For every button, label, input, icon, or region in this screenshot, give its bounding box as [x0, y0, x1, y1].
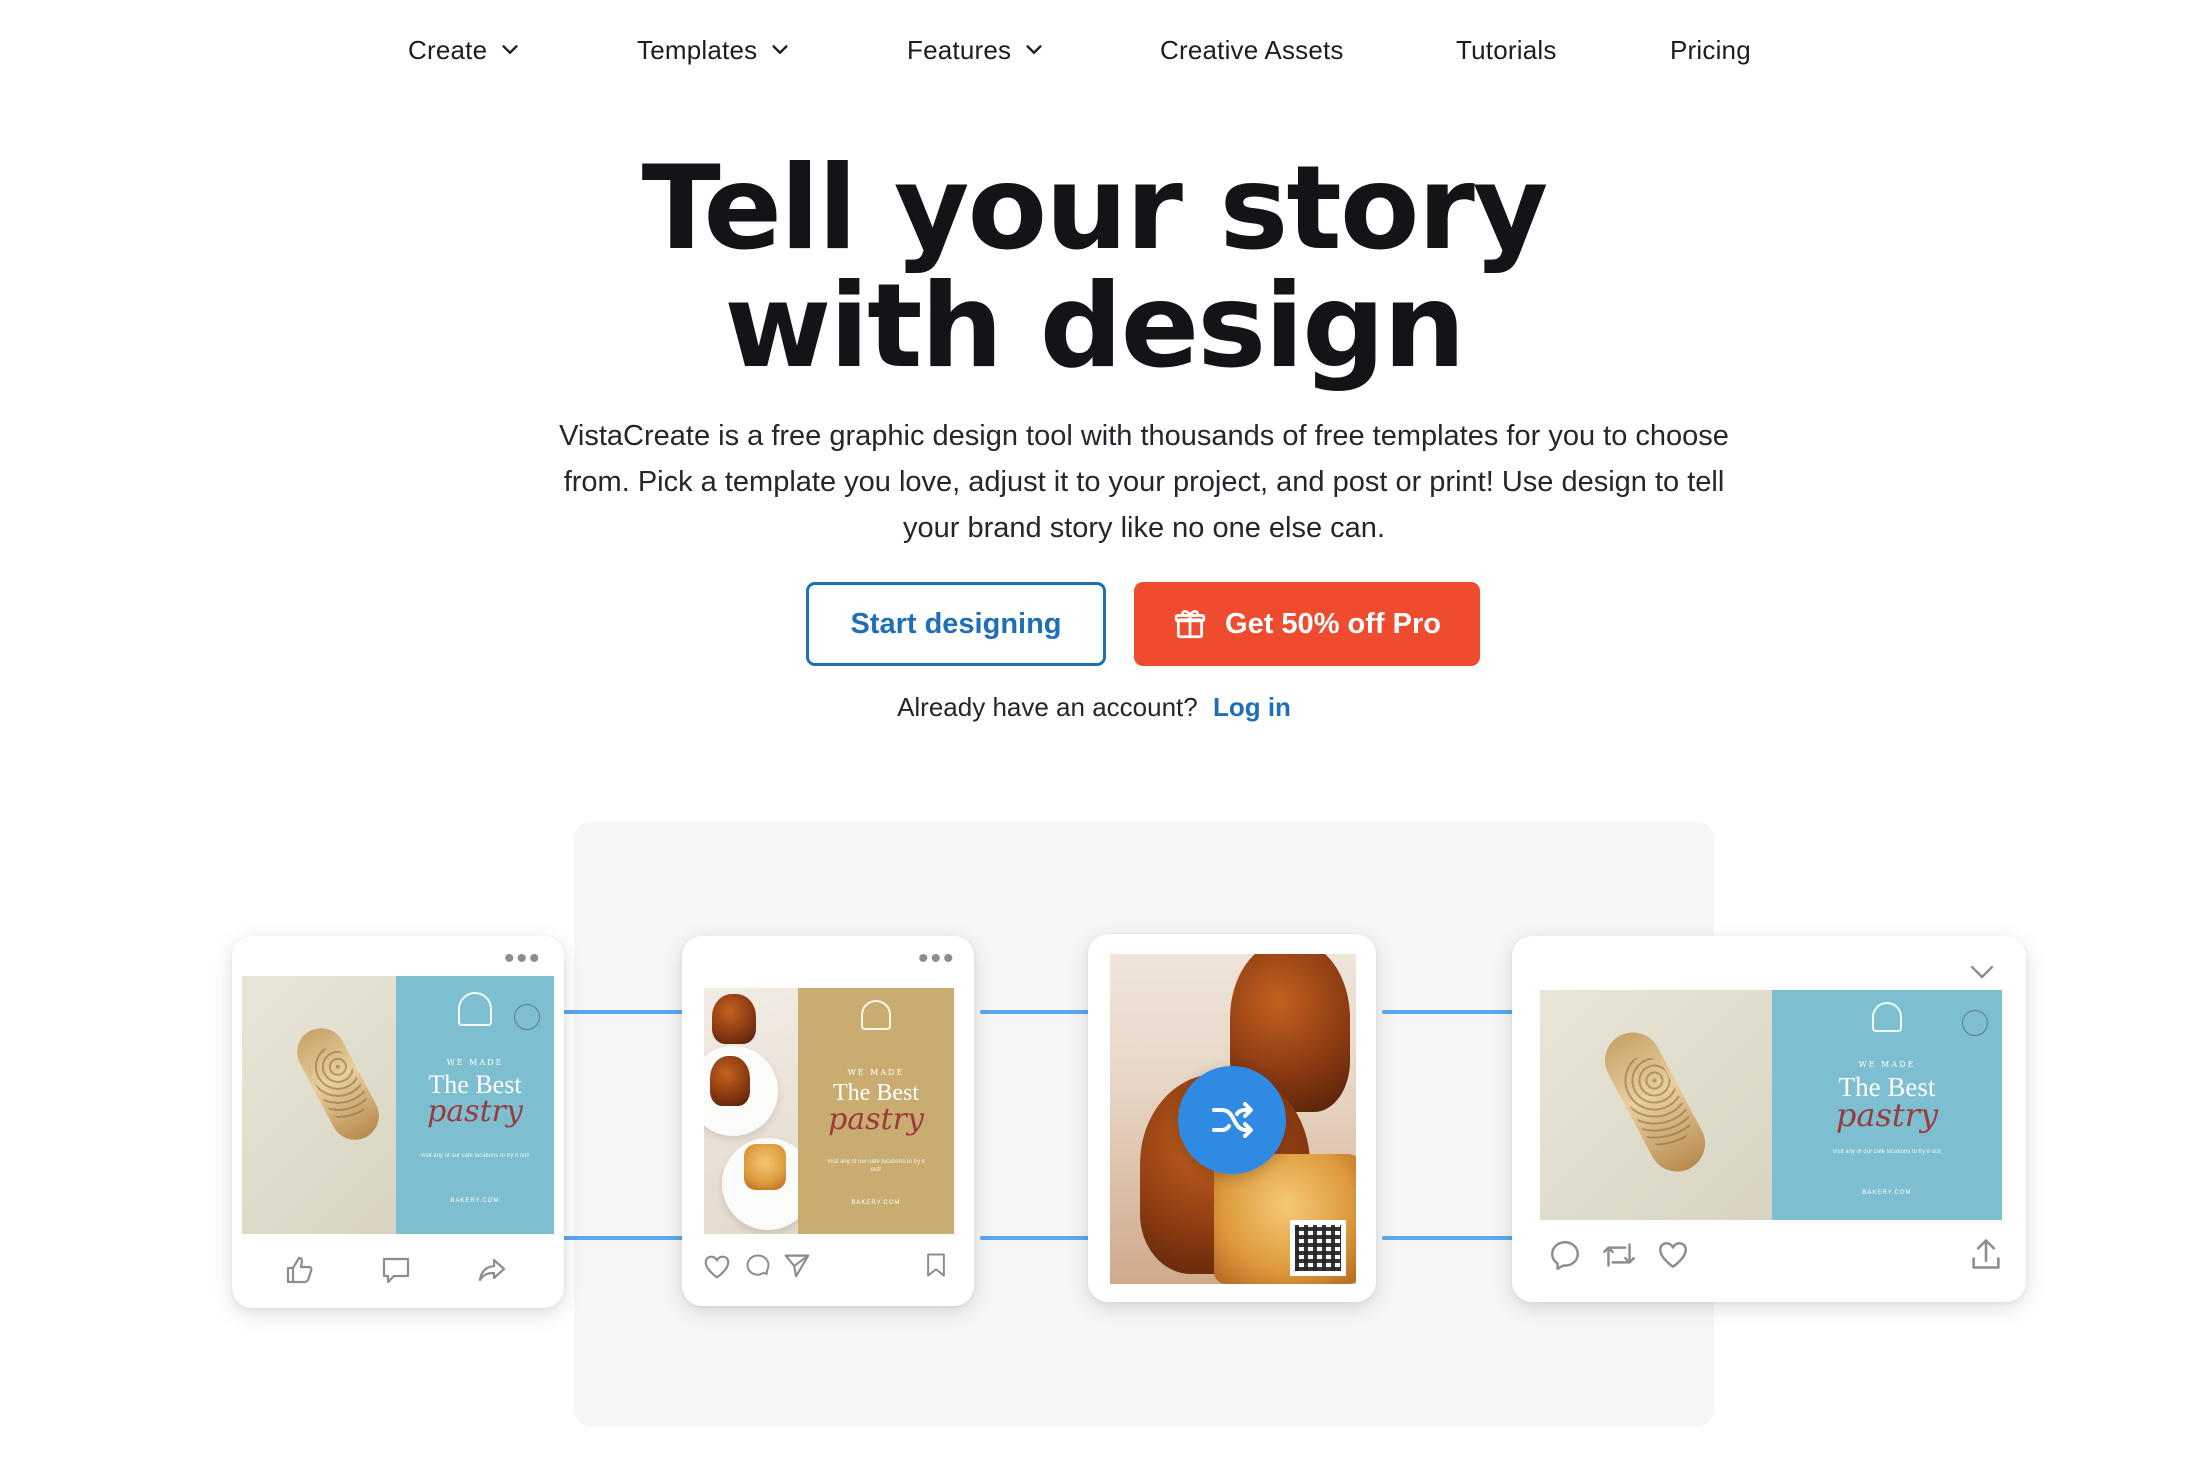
- nav-item-label: Features: [907, 34, 1012, 65]
- template-eyebrow: WE MADE: [446, 1058, 504, 1067]
- hero-subtitle: VistaCreate is a free graphic design too…: [559, 420, 1729, 544]
- connector-line: [1382, 1236, 1522, 1240]
- template-eyebrow: WE MADE: [847, 1068, 905, 1077]
- connector-line: [980, 1010, 1092, 1014]
- nav-item-create[interactable]: Create: [408, 24, 521, 76]
- nav-item-creative-assets[interactable]: Creative Assets: [1160, 24, 1344, 76]
- login-link[interactable]: Log in: [1213, 692, 1291, 722]
- chevron-down-icon: [502, 45, 518, 54]
- template-script: pastry: [828, 1102, 924, 1137]
- qr-code-icon: [1290, 1220, 1346, 1276]
- account-prompt: Already have an account? Log in: [0, 692, 2188, 723]
- chevron-down-icon[interactable]: [1966, 956, 1998, 988]
- instagram-post-card[interactable]: ••• WE MADE The Best pastry Visit any of…: [682, 936, 974, 1306]
- nav-item-label: Creative Assets: [1160, 34, 1344, 65]
- get-pro-discount-button[interactable]: Get 50% off Pro: [1134, 582, 1480, 666]
- template-fine: Visit any of our cafe locations to try i…: [1832, 1149, 1942, 1155]
- retweet-icon[interactable]: [1600, 1238, 1638, 1272]
- print-design-card[interactable]: [1088, 934, 1376, 1302]
- nav-item-label: Pricing: [1670, 34, 1751, 65]
- connector-line: [980, 1236, 1092, 1240]
- decor-circle: [1962, 1010, 1988, 1036]
- upload-icon[interactable]: [1968, 1236, 2004, 1272]
- template-eyebrow: WE MADE: [1858, 1060, 1916, 1069]
- template-panel: WE MADE The Best pastry Visit any of our…: [1772, 990, 2002, 1220]
- twitter-post-card[interactable]: WE MADE The Best pastry Visit any of our…: [1512, 936, 2026, 1302]
- connector-line: [562, 1010, 688, 1014]
- connector-line: [1382, 1010, 1522, 1014]
- reply-icon[interactable]: [1548, 1238, 1582, 1272]
- connector-line: [562, 1236, 688, 1240]
- comment-icon[interactable]: [380, 1254, 412, 1286]
- more-options-icon[interactable]: •••: [918, 944, 956, 974]
- template-url: BAKERY.COM: [450, 1198, 500, 1204]
- send-icon[interactable]: [782, 1250, 812, 1280]
- top-nav: Create Templates Features Creative Asset…: [0, 24, 2188, 76]
- button-label: Start designing: [850, 607, 1062, 640]
- comment-icon[interactable]: [744, 1252, 772, 1280]
- chevron-down-icon: [772, 45, 788, 54]
- account-prompt-text: Already have an account?: [897, 692, 1198, 722]
- eclair-photo: [1540, 990, 1772, 1220]
- start-designing-button[interactable]: Start designing: [806, 582, 1106, 666]
- post-image: WE MADE The Best pastry Visit any of our…: [1540, 990, 2002, 1220]
- chevron-down-icon: [1026, 45, 1042, 54]
- like-icon[interactable]: [284, 1254, 316, 1286]
- facebook-post-card[interactable]: ••• WE MADE The Best pastry Visit any of…: [232, 936, 564, 1308]
- shuffle-icon: [1212, 1102, 1253, 1138]
- bakery-logo-icon: [458, 992, 492, 1026]
- headline-line: with design: [724, 259, 1465, 394]
- template-script: pastry: [1835, 1096, 1939, 1134]
- shuffle-button[interactable]: [1178, 1066, 1286, 1174]
- nav-item-features[interactable]: Features: [907, 24, 1045, 76]
- nav-item-label: Tutorials: [1456, 34, 1557, 65]
- template-url: BAKERY.COM: [1862, 1190, 1912, 1196]
- canele-image: [712, 994, 756, 1044]
- nav-item-tutorials[interactable]: Tutorials: [1456, 24, 1557, 76]
- template-fine: Visit any of our cafe locations to try i…: [420, 1153, 530, 1159]
- template-fine: Visit any of our cafe locations to try i…: [827, 1159, 925, 1173]
- nav-item-templates[interactable]: Templates: [637, 24, 791, 76]
- heart-icon[interactable]: [702, 1252, 732, 1282]
- canele-cut-image: [744, 1144, 786, 1190]
- template-panel: WE MADE The Best pastry Visit any of our…: [798, 988, 954, 1234]
- bakery-logo-icon: [1872, 1002, 1902, 1032]
- share-icon[interactable]: [476, 1254, 508, 1286]
- eclair-image: [288, 1019, 388, 1149]
- heart-icon[interactable]: [1656, 1238, 1690, 1272]
- bookmark-icon[interactable]: [922, 1250, 950, 1280]
- nav-item-label: Create: [408, 34, 488, 65]
- headline-line: Tell your story: [641, 141, 1549, 276]
- nav-item-label: Templates: [637, 34, 758, 65]
- template-script: pastry: [427, 1094, 523, 1129]
- template-url: BAKERY.COM: [851, 1200, 901, 1206]
- button-label: Get 50% off Pro: [1225, 607, 1441, 640]
- eclair-photo: [242, 976, 396, 1234]
- template-panel: WE MADE The Best pastry Visit any of our…: [396, 976, 554, 1234]
- eclair-image: [1595, 1022, 1715, 1182]
- canele-image: [710, 1056, 750, 1106]
- post-image: WE MADE The Best pastry Visit any of our…: [242, 976, 554, 1234]
- hero-headline: Tell your story with design: [0, 150, 2188, 386]
- nav-item-pricing[interactable]: Pricing: [1670, 24, 1751, 76]
- gift-icon: [1174, 610, 1206, 639]
- decor-circle: [514, 1004, 540, 1030]
- post-image: WE MADE The Best pastry Visit any of our…: [704, 988, 954, 1234]
- more-options-icon[interactable]: •••: [504, 944, 542, 974]
- canele-photo: [704, 988, 814, 1234]
- bakery-logo-icon: [861, 1000, 891, 1030]
